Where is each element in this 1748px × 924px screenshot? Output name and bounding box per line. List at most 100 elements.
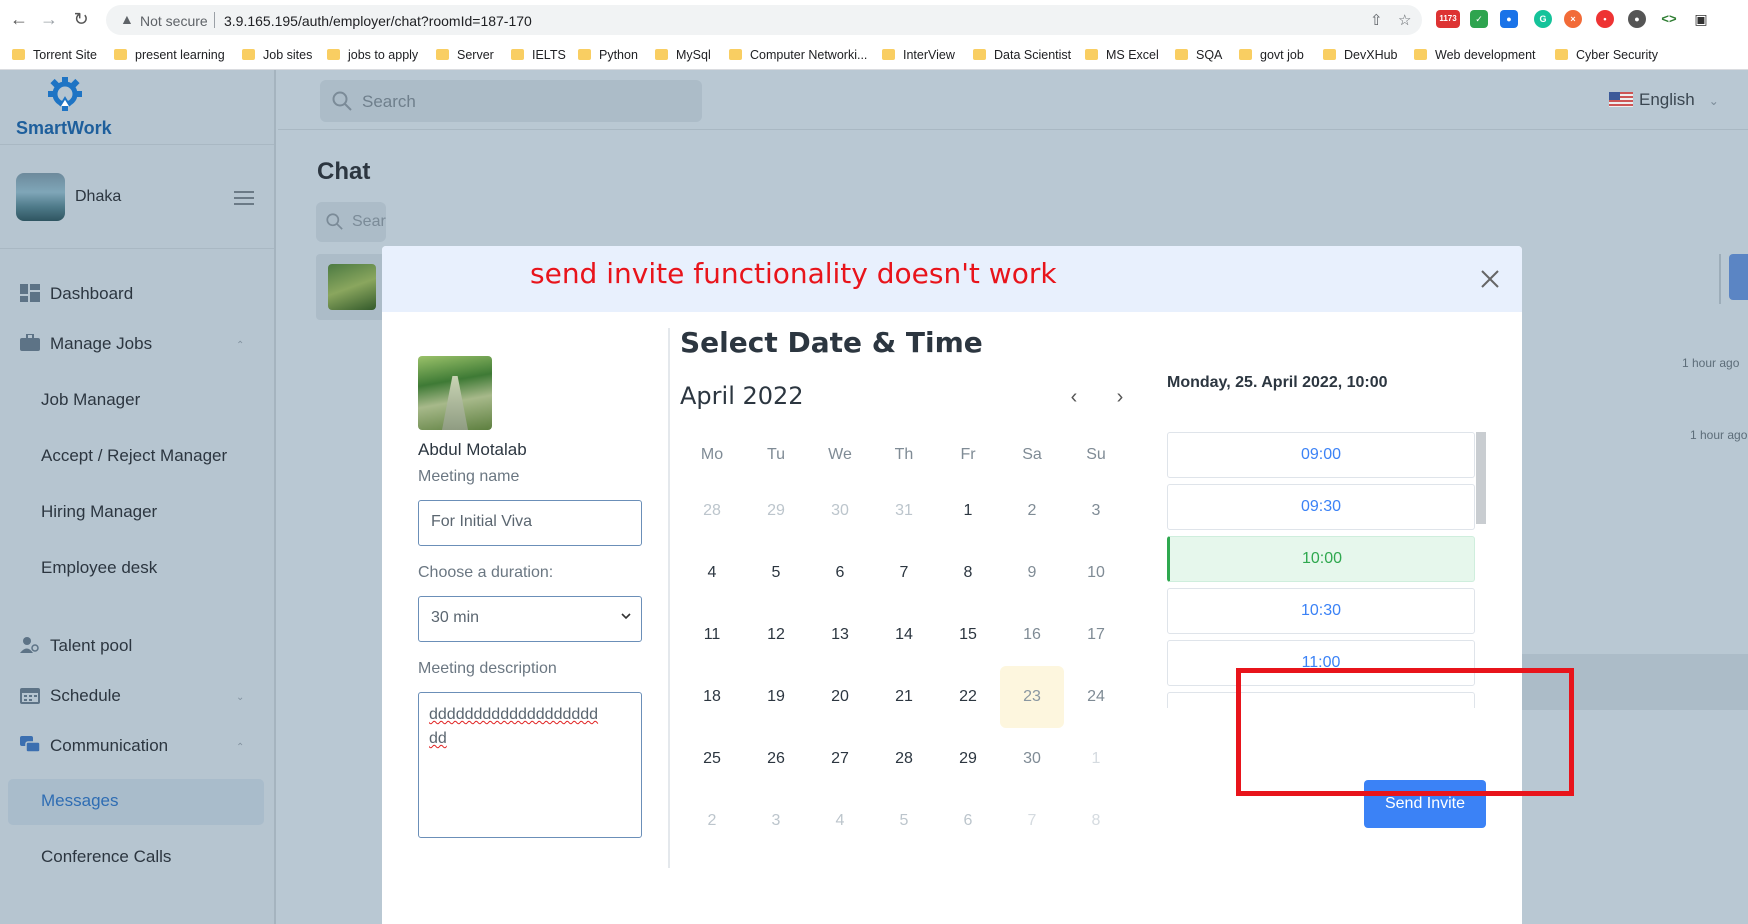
chevron-down-icon[interactable]: ⌄ [236, 692, 244, 703]
bookmark-item[interactable]: MySql [655, 48, 711, 62]
bookmark-item[interactable]: Job sites [242, 48, 312, 62]
time-slot[interactable]: 09:30 [1167, 484, 1475, 530]
bookmark-item[interactable]: MS Excel [1085, 48, 1159, 62]
bookmark-item[interactable]: IELTS [511, 48, 566, 62]
calendar-day[interactable]: 21 [872, 666, 936, 728]
calendar-day[interactable]: 24 [1064, 666, 1128, 728]
calendar-day[interactable]: 7 [872, 542, 936, 604]
bookmark-item[interactable]: Web development [1414, 48, 1536, 62]
bookmark-item[interactable]: DevXHub [1323, 48, 1398, 62]
calendar-day[interactable]: 14 [872, 604, 936, 666]
chevron-up-icon[interactable]: ⌃ [236, 742, 244, 753]
scrollbar-thumb[interactable] [1476, 432, 1486, 524]
mouse-extension-icon[interactable]: ● [1628, 10, 1646, 28]
bookmark-item[interactable]: Cyber Security [1555, 48, 1658, 62]
duration-select[interactable]: 30 min [418, 596, 642, 642]
sidebar-item-job-manager[interactable]: Job Manager [41, 390, 140, 410]
chevron-right-icon[interactable]: › [1110, 387, 1130, 407]
shield-extension-icon[interactable]: ✓ [1470, 10, 1488, 28]
drop-extension-icon[interactable]: ● [1500, 10, 1518, 28]
sidebar-item-communication[interactable]: Communication [20, 736, 168, 756]
calendar-day[interactable]: 29 [744, 480, 808, 542]
calendar-day[interactable]: 12 [744, 604, 808, 666]
share-icon[interactable]: ⇧ [1370, 11, 1383, 29]
avatar[interactable] [16, 173, 65, 221]
calendar-day[interactable]: 18 [680, 666, 744, 728]
calendar-day[interactable]: 30 [1000, 728, 1064, 790]
calendar-day[interactable]: 8 [936, 542, 1000, 604]
calendar-day[interactable]: 2 [1000, 480, 1064, 542]
search-input[interactable]: Search [320, 80, 702, 122]
sidebar-item-schedule[interactable]: Schedule [20, 686, 121, 706]
bookmark-item[interactable]: jobs to apply [327, 48, 418, 62]
time-slot-selected[interactable]: 10:00 [1167, 536, 1475, 582]
forward-icon[interactable]: → [38, 8, 60, 30]
calendar-day[interactable]: 15 [936, 604, 1000, 666]
calendar-day[interactable]: 10 [1064, 542, 1128, 604]
calendar-day-today[interactable]: 23 [1000, 666, 1064, 728]
bookmark-item[interactable]: Torrent Site [12, 48, 97, 62]
sidebar-item-hiring-manager[interactable]: Hiring Manager [41, 502, 157, 522]
calendar-day[interactable]: 25 [680, 728, 744, 790]
bookmark-item[interactable]: Computer Networki... [729, 48, 867, 62]
calendar-day[interactable]: 3 [744, 790, 808, 852]
meeting-description-textarea[interactable]: ddddddddddddddddddd dd [418, 692, 642, 838]
bookmark-item[interactable]: present learning [114, 48, 225, 62]
calendar-day[interactable]: 16 [1000, 604, 1064, 666]
chat-search-input[interactable]: Sear [316, 202, 386, 242]
calendar-day[interactable]: 17 [1064, 604, 1128, 666]
calendar-day[interactable]: 31 [872, 480, 936, 542]
time-slot[interactable]: 09:00 [1167, 432, 1475, 478]
close-icon[interactable] [1478, 267, 1502, 291]
calendar-day[interactable]: 7 [1000, 790, 1064, 852]
calendar-day[interactable]: 5 [744, 542, 808, 604]
bookmark-item[interactable]: Server [436, 48, 494, 62]
sidebar-item-talent-pool[interactable]: Talent pool [20, 636, 132, 656]
calendar-day[interactable]: 2 [680, 790, 744, 852]
calendar-day[interactable]: 3 [1064, 480, 1128, 542]
calendar-day[interactable]: 28 [872, 728, 936, 790]
menu-icon[interactable] [234, 191, 254, 209]
code-extension-icon[interactable]: <> [1660, 10, 1678, 28]
sidebar-item-manage-jobs[interactable]: Manage Jobs [20, 334, 152, 354]
gmail-extension-icon[interactable]: 1173 [1436, 10, 1460, 28]
calendar-day[interactable]: 4 [680, 542, 744, 604]
calendar-day[interactable]: 1 [936, 480, 1000, 542]
orange-extension-icon[interactable]: × [1564, 10, 1582, 28]
calendar-day[interactable]: 6 [936, 790, 1000, 852]
calendar-day[interactable]: 20 [808, 666, 872, 728]
meeting-name-input[interactable]: For Initial Viva [418, 500, 642, 546]
calendar-day[interactable]: 27 [808, 728, 872, 790]
calendar-day[interactable]: 29 [936, 728, 1000, 790]
capture-extension-icon[interactable]: ▣ [1692, 10, 1710, 28]
chat-room-item[interactable] [316, 254, 386, 320]
sidebar-item-dashboard[interactable]: Dashboard [20, 284, 133, 304]
calendar-day[interactable]: 26 [744, 728, 808, 790]
bookmark-item[interactable]: govt job [1239, 48, 1304, 62]
calendar-day[interactable]: 22 [936, 666, 1000, 728]
calendar-day[interactable]: 11 [680, 604, 744, 666]
calendar-day[interactable]: 6 [808, 542, 872, 604]
red-extension-icon[interactable]: • [1596, 10, 1614, 28]
grammarly-extension-icon[interactable]: G [1534, 10, 1552, 28]
calendar-day[interactable]: 30 [808, 480, 872, 542]
chevron-up-icon[interactable]: ⌃ [236, 340, 244, 351]
address-bar[interactable]: ▲ Not secure 3.9.165.195/auth/employer/c… [106, 5, 1422, 35]
calendar-day[interactable]: 1 [1064, 728, 1128, 790]
bookmark-item[interactable]: Python [578, 48, 638, 62]
calendar-day[interactable]: 13 [808, 604, 872, 666]
calendar-day[interactable]: 9 [1000, 542, 1064, 604]
sidebar-item-accept-reject[interactable]: Accept / Reject Manager [41, 446, 227, 466]
calendar-day[interactable]: 5 [872, 790, 936, 852]
chevron-left-icon[interactable]: ‹ [1064, 387, 1084, 407]
back-icon[interactable]: ← [8, 8, 30, 30]
language-selector[interactable]: English ⌄ [1609, 90, 1719, 110]
bookmark-item[interactable]: SQA [1175, 48, 1222, 62]
sidebar-item-employee-desk[interactable]: Employee desk [41, 558, 157, 578]
sidebar-item-conference-calls[interactable]: Conference Calls [41, 847, 171, 867]
calendar-day[interactable]: 4 [808, 790, 872, 852]
star-icon[interactable]: ☆ [1398, 11, 1411, 29]
sidebar-item-messages[interactable]: Messages [41, 791, 118, 811]
url-text[interactable]: 3.9.165.195/auth/employer/chat?roomId=18… [224, 13, 532, 29]
calendar-day[interactable]: 28 [680, 480, 744, 542]
